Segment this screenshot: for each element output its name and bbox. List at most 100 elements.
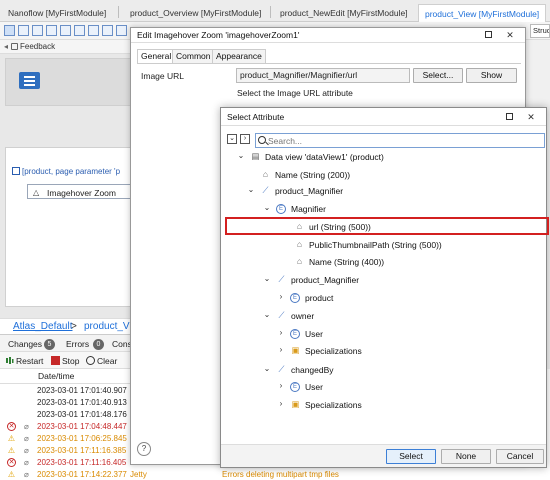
chevron-down-icon[interactable]: ⌄ [237, 151, 245, 160]
pointer-tool-icon[interactable] [4, 25, 15, 36]
breadcrumb-layout-link[interactable]: Atlas_Default [13, 321, 72, 332]
specializations-icon: ▣ [291, 345, 300, 355]
log-source: Jetty [130, 470, 147, 479]
tab-product-view[interactable]: product_View [MyFirstModule] [418, 4, 547, 22]
select-attribute-button[interactable]: Select... [413, 68, 463, 83]
log-timestamp: 2023-03-01 17:01:40.913 [37, 398, 127, 407]
restart-button[interactable]: Restart [16, 356, 43, 366]
dataview-label[interactable]: [product, page parameter 'p [22, 167, 120, 176]
entity-icon: E [290, 329, 300, 339]
changes-count-badge: 5 [44, 339, 55, 350]
expand-all-icon[interactable]: › [240, 134, 250, 144]
tree-item-label: Data view 'dataView1' (product) [265, 152, 384, 162]
tree-item[interactable]: › Eproduct [277, 291, 541, 306]
chevron-right-icon[interactable]: › [277, 345, 285, 354]
layout-tool-icon[interactable] [18, 25, 29, 36]
tree-item[interactable]: ⌄ ⟋ owner [263, 309, 541, 324]
log-timestamp: 2023-03-01 17:01:48.176 [37, 410, 127, 419]
tree-item-label: changedBy [291, 365, 334, 375]
tree-item[interactable]: ⌂ PublicThumbnailPath (String (500)) [281, 238, 541, 253]
select-button[interactable]: Select [386, 449, 436, 464]
close-button[interactable]: ✕ [503, 29, 517, 41]
chevron-down-icon[interactable]: ⌄ [263, 274, 271, 283]
feedback-bar[interactable]: ◂ Feedback [0, 40, 135, 54]
chevron-right-icon[interactable]: › [277, 399, 285, 408]
tree-item-label: product_Magnifier [291, 275, 360, 285]
tree-item[interactable]: ⌂ Name (String (200)) [247, 168, 541, 183]
tree-item[interactable]: › E User [277, 327, 541, 342]
tab-product-newedit[interactable]: product_NewEdit [MyFirstModule] [274, 4, 414, 22]
log-row[interactable]: ⚠ ⌀ 2023-03-01 17:14:22.377 Jetty Errors del… [0, 469, 550, 480]
hamburger-menu-icon[interactable] [19, 72, 40, 89]
dialog-titlebar: Select Attribute ✕ [221, 108, 546, 126]
widget-tool-icon[interactable] [116, 25, 127, 36]
text-tool-icon[interactable] [88, 25, 99, 36]
tree-item[interactable]: › ▣ Specializations [277, 398, 541, 413]
chevron-down-icon[interactable]: ⌄ [247, 185, 255, 194]
image-tool-icon[interactable] [102, 25, 113, 36]
tree-item[interactable]: ⌄ E Magnifier [263, 202, 541, 217]
log-timestamp: 2023-03-01 17:14:22.377 [37, 470, 127, 479]
warning-icon: ⚠ [7, 434, 16, 443]
image-url-field[interactable]: product_Magnifier/Magnifier/url [236, 68, 410, 83]
maximize-button[interactable] [502, 111, 516, 123]
stop-icon [51, 356, 60, 365]
chevron-down-icon[interactable]: ⌄ [263, 203, 271, 212]
tab-common[interactable]: Common [172, 49, 215, 63]
chevron-right-icon[interactable]: › [277, 292, 285, 301]
tab-appearance[interactable]: Appearance [212, 49, 266, 63]
tree-item[interactable]: ⌄ ▤ Data view 'dataView1' (product) [237, 150, 541, 165]
attribute-icon: ⌂ [262, 169, 269, 179]
tree-item[interactable]: ⌄ ⟋ product_Magnifier [263, 273, 541, 288]
maximize-button[interactable] [481, 29, 495, 41]
tab-changes[interactable]: Changes [8, 339, 42, 349]
tree-item[interactable]: ⌄ ⟋ changedBy [263, 363, 541, 378]
tab-product-overview[interactable]: product_Overview [MyFirstModule] [124, 4, 267, 22]
show-button[interactable]: Show [466, 68, 517, 83]
column-tool-icon[interactable] [74, 25, 85, 36]
tree-item[interactable]: › ▣ Specializations [277, 344, 541, 359]
search-icon [258, 136, 266, 144]
restart-icon [5, 356, 14, 365]
image-url-hint: Select the Image URL attribute [237, 88, 353, 98]
tab-errors[interactable]: Errors [66, 339, 89, 349]
error-icon: ✕ [7, 458, 16, 467]
document-tab-strip: Nanoflow [MyFirstModule] product_Overvie… [0, 0, 550, 22]
breadcrumb: Atlas_Default > product_Vi [0, 318, 135, 334]
collapse-all-icon[interactable]: ⌄ [227, 134, 237, 144]
search-input[interactable] [268, 135, 538, 147]
tab-nanoflow[interactable]: Nanoflow [MyFirstModule] [2, 4, 112, 22]
stop-button[interactable]: Stop [62, 356, 80, 366]
help-button[interactable]: ? [137, 442, 151, 456]
chevron-right-icon[interactable]: › [277, 381, 285, 390]
attachment-icon: ⌀ [24, 422, 29, 431]
association-icon: ⟋ [262, 185, 269, 195]
tab-general[interactable]: General [137, 49, 176, 64]
chevron-down-icon[interactable]: ⌄ [263, 310, 271, 319]
clear-button[interactable]: Clear [97, 356, 117, 366]
tab-divider [270, 6, 271, 18]
chevron-down-icon[interactable]: ⌄ [263, 364, 271, 373]
container-tool-icon[interactable] [60, 25, 71, 36]
cancel-button[interactable]: Cancel [496, 449, 544, 464]
dataview-icon: ▤ [251, 151, 260, 161]
search-row: ⌄ › [227, 133, 545, 148]
breadcrumb-separator: > [71, 321, 77, 332]
tab-divider [118, 6, 119, 18]
log-timestamp: 2023-03-01 17:06:25.845 [37, 434, 127, 443]
breadcrumb-current[interactable]: product_Vi [84, 321, 132, 332]
dialog-titlebar: Edit Imagehover Zoom 'imagehoverZoom1' ✕ [131, 28, 525, 43]
tree-item-label: Specializations [305, 400, 362, 410]
none-button[interactable]: None [441, 449, 491, 464]
grid-tool-icon[interactable] [32, 25, 43, 36]
tree-item[interactable]: › E User [277, 380, 541, 395]
tab-console[interactable]: Cons [112, 339, 132, 349]
close-button[interactable]: ✕ [524, 111, 538, 123]
tree-item[interactable]: ⌄ ⟋ product_Magnifier [247, 184, 541, 199]
chevron-right-icon[interactable]: › [277, 328, 285, 337]
maximize-icon [505, 113, 513, 120]
table-tool-icon[interactable] [46, 25, 57, 36]
tree-item-label: User [305, 329, 323, 339]
structure-mode-button[interactable]: Struc [530, 24, 550, 38]
tree-item[interactable]: ⌂ Name (String (400)) [281, 255, 541, 270]
